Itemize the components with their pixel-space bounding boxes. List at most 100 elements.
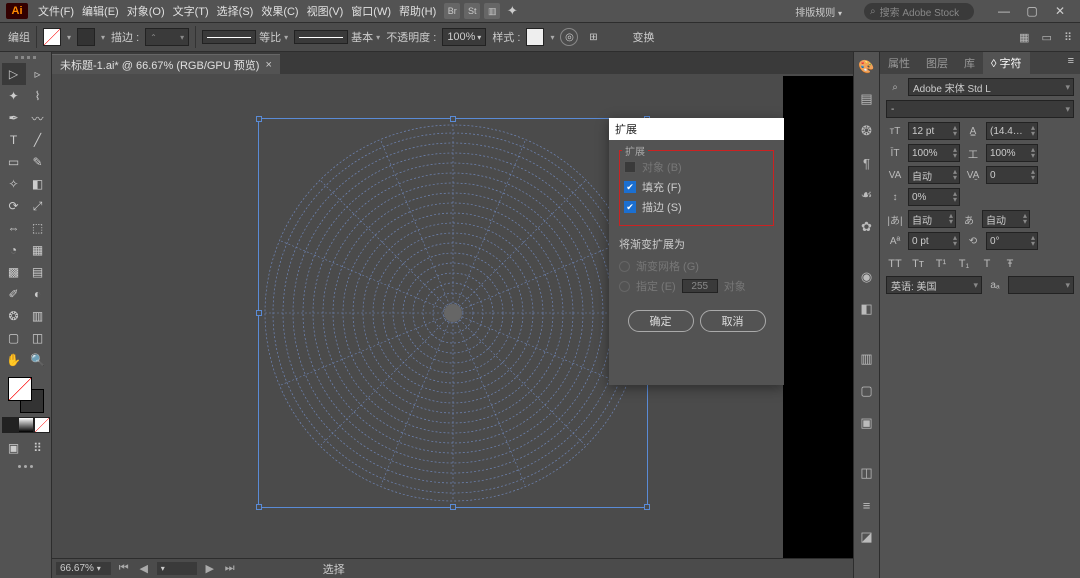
menu-effect[interactable]: 效果(C) xyxy=(257,3,302,19)
isolate-icon[interactable]: ▦ xyxy=(1019,31,1029,44)
perspective-tool[interactable]: ▦ xyxy=(26,239,50,261)
hand-tool[interactable]: ✋ xyxy=(2,349,26,371)
paragraph-panel-icon[interactable]: ¶ xyxy=(858,154,876,172)
mesh-tool[interactable]: ▩ xyxy=(2,261,26,283)
window-maximize[interactable]: ▢ xyxy=(1018,4,1046,18)
expand-stroke-checkbox[interactable]: ✔描边 (S) xyxy=(624,197,769,217)
artboard-nav-field[interactable]: ▾ xyxy=(157,562,197,575)
pen-tool[interactable]: ✒ xyxy=(2,107,26,129)
subscript-button[interactable]: T₁ xyxy=(955,256,973,272)
scale-tool[interactable]: ⤢ xyxy=(26,195,50,217)
font-style-field[interactable]: -▾ xyxy=(886,100,1074,118)
brush-definition[interactable] xyxy=(294,30,348,44)
gpu-icon[interactable]: ✦ xyxy=(504,3,520,19)
caps-small-button[interactable]: Tᴛ xyxy=(909,256,927,272)
menu-select[interactable]: 选择(S) xyxy=(213,3,258,19)
tab-character[interactable]: ◊ 字符 xyxy=(983,52,1030,74)
clover-panel-icon[interactable]: ✿ xyxy=(858,218,876,236)
window-minimize[interactable]: — xyxy=(990,4,1018,18)
antialias-field[interactable]: ▾ xyxy=(1008,276,1074,294)
menu-view[interactable]: 视图(V) xyxy=(303,3,348,19)
brushes-panel-icon[interactable]: ▤ xyxy=(858,90,876,108)
line-tool[interactable]: ╱ xyxy=(26,129,50,151)
zoom-field[interactable]: 66.67% ▾ xyxy=(56,562,111,575)
baseline-shift-field[interactable]: 0 pt▴▾ xyxy=(908,232,960,250)
expand-dock-icon[interactable]: ▭ xyxy=(1042,31,1052,44)
eyedropper-tool[interactable]: ✐ xyxy=(2,283,26,305)
artboard-tool[interactable]: ▢ xyxy=(2,327,26,349)
caps-all-button[interactable]: TT xyxy=(886,256,904,272)
gradient-tool[interactable]: ▤ xyxy=(26,261,50,283)
auto-1-field[interactable]: 自动▴▾ xyxy=(908,210,956,228)
magic-wand-tool[interactable]: ✦ xyxy=(2,85,26,107)
expand-fill-checkbox[interactable]: ✔填充 (F) xyxy=(624,177,769,197)
symbols-panel-icon[interactable]: ❂ xyxy=(858,122,876,140)
rectangle-tool[interactable]: ▭ xyxy=(2,151,26,173)
toolbox-handle[interactable] xyxy=(6,56,46,61)
swatches-panel-icon[interactable]: 🎨 xyxy=(858,58,876,76)
stroke-swatch[interactable] xyxy=(77,28,95,46)
align-icon[interactable]: ⊞ xyxy=(584,28,602,46)
zoom-tool[interactable]: 🔍 xyxy=(26,349,50,371)
menu-window[interactable]: 窗口(W) xyxy=(347,3,395,19)
layout-dropdown[interactable]: 排版规则 ▾ xyxy=(793,3,856,20)
selection-tool[interactable]: ▷ xyxy=(2,63,26,85)
strikethrough-button[interactable]: Ŧ xyxy=(1001,256,1019,272)
menu-object[interactable]: 对象(O) xyxy=(123,3,169,19)
vscale-field[interactable]: 100%▴▾ xyxy=(908,144,960,162)
color-mode-solid[interactable] xyxy=(2,417,18,433)
direct-selection-tool[interactable]: ▹ xyxy=(26,63,50,85)
font-family-field[interactable]: Adobe 宋体 Std L▾ xyxy=(908,78,1074,96)
fill-stroke-control[interactable] xyxy=(8,377,44,413)
artboard-first[interactable]: ⏮ xyxy=(117,562,131,575)
menu-file[interactable]: 文件(F) xyxy=(34,3,78,19)
graphic-styles-panel-icon[interactable]: ◧ xyxy=(858,300,876,318)
ok-button[interactable]: 确定 xyxy=(628,310,694,332)
menu-edit[interactable]: 编辑(E) xyxy=(78,3,123,19)
pathfinder-panel-icon[interactable]: ◪ xyxy=(858,528,876,546)
document-tab[interactable]: 未标题-1.ai* @ 66.67% (RGB/GPU 预览) × xyxy=(52,54,280,74)
type-tool[interactable]: T xyxy=(2,129,26,151)
bridge-icon[interactable]: Br xyxy=(444,3,460,19)
tab-properties[interactable]: 属性 xyxy=(880,52,918,74)
width-tool[interactable]: ⇔ xyxy=(2,217,26,239)
opacity-field[interactable]: 100%▾ xyxy=(442,28,486,46)
graphic-style[interactable] xyxy=(526,28,544,46)
panel-menu-icon[interactable]: ⠿ xyxy=(1064,31,1072,44)
shaper-tool[interactable]: ✧ xyxy=(2,173,26,195)
slice-tool[interactable]: ◫ xyxy=(26,327,50,349)
stock-icon[interactable]: St xyxy=(464,3,480,19)
tab-libraries[interactable]: 库 xyxy=(956,52,983,74)
symbol-sprayer-tool[interactable]: ❂ xyxy=(2,305,26,327)
paintbrush-tool[interactable]: ✎ xyxy=(26,151,50,173)
artboards-panel-icon[interactable]: ▣ xyxy=(858,414,876,432)
tracking-field[interactable]: 0▴▾ xyxy=(986,166,1038,184)
color-mode-gradient[interactable] xyxy=(18,417,34,433)
menu-help[interactable]: 帮助(H) xyxy=(395,3,440,19)
artboard-prev[interactable]: ◀ xyxy=(137,562,151,575)
stroke-weight-field[interactable]: ⌃ ▾ xyxy=(145,28,189,46)
transform-panel-icon[interactable]: ◫ xyxy=(858,464,876,482)
artboard-next[interactable]: ▶ xyxy=(203,562,217,575)
arrange-icon[interactable]: ▥ xyxy=(484,3,500,19)
panel-menu-icon[interactable]: ≡ xyxy=(1062,52,1080,74)
fill-swatch[interactable] xyxy=(43,28,61,46)
font-size-field[interactable]: 12 pt▴▾ xyxy=(908,122,960,140)
graph-tool[interactable]: ▥ xyxy=(26,305,50,327)
asset-export-panel-icon[interactable]: ▢ xyxy=(858,382,876,400)
glyph-panel-icon[interactable]: ☙ xyxy=(858,186,876,204)
align-panel-icon[interactable]: ≡ xyxy=(858,496,876,514)
stroke-profile[interactable] xyxy=(202,30,256,44)
underline-button[interactable]: T xyxy=(978,256,996,272)
recolor-icon[interactable]: ◎ xyxy=(560,28,578,46)
superscript-button[interactable]: T¹ xyxy=(932,256,950,272)
tab-layers[interactable]: 图层 xyxy=(918,52,956,74)
auto-2-field[interactable]: 自动▴▾ xyxy=(982,210,1030,228)
blend-tool[interactable]: ◐ xyxy=(26,283,50,305)
layers-panel-icon[interactable]: ▥ xyxy=(858,350,876,368)
selection-bounding-box[interactable] xyxy=(258,118,648,508)
curvature-tool[interactable]: 〰 xyxy=(26,107,50,129)
free-transform-tool[interactable]: ⬚ xyxy=(26,217,50,239)
cancel-button[interactable]: 取消 xyxy=(700,310,766,332)
edit-toolbar[interactable]: ⠿ xyxy=(26,437,50,459)
